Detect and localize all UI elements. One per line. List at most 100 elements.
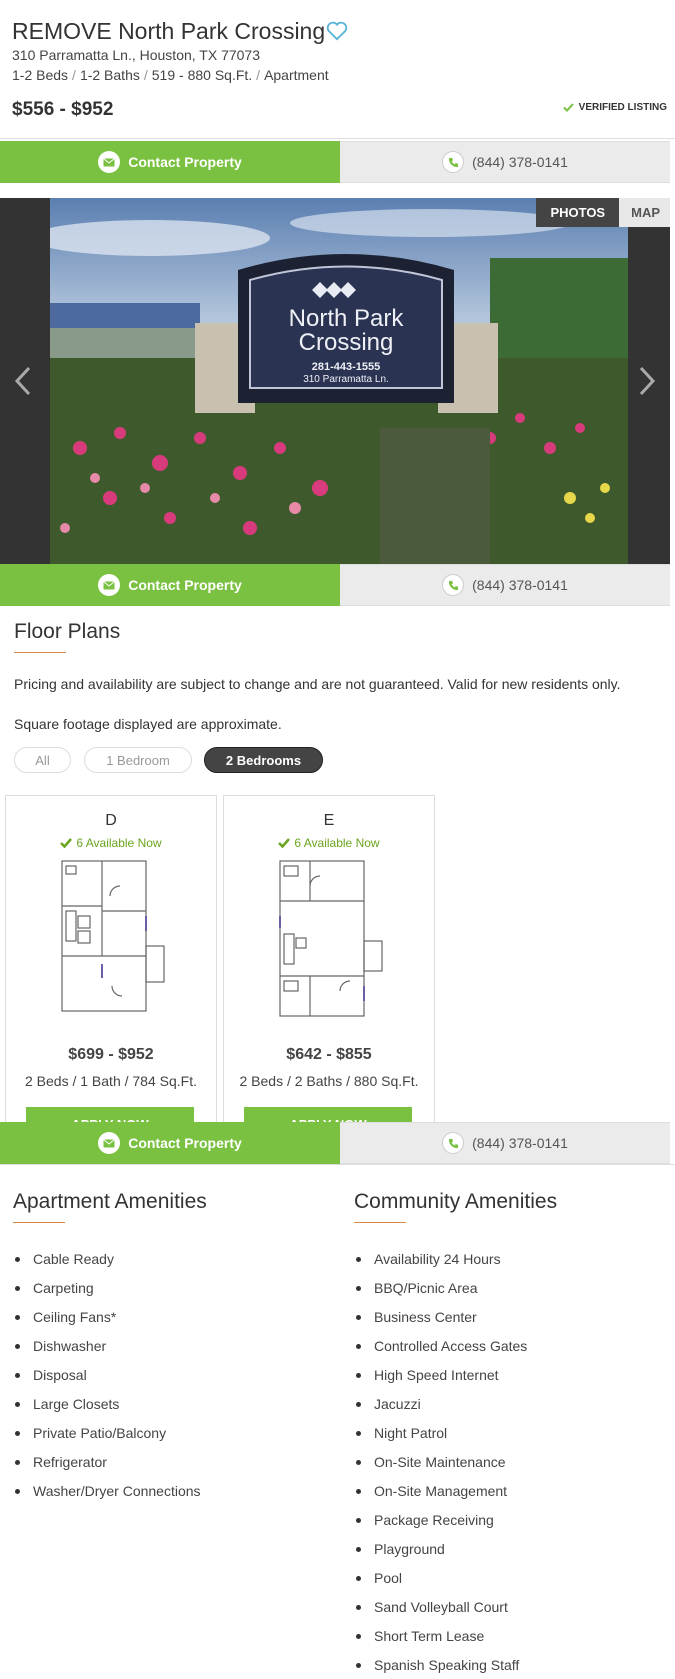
- list-item: Night Patrol: [354, 1424, 527, 1453]
- spec-baths: 1-2 Baths: [79, 67, 140, 83]
- check-icon: [60, 838, 73, 848]
- list-item: Playground: [354, 1540, 527, 1569]
- list-item: Availability 24 Hours: [354, 1250, 527, 1279]
- list-item: High Speed Internet: [354, 1366, 527, 1395]
- cta-bar-sticky: Contact Property (844) 378-0141: [0, 1122, 670, 1164]
- tab-photos[interactable]: PHOTOS: [536, 198, 620, 227]
- phone-icon: [442, 151, 465, 173]
- list-item: Large Closets: [13, 1395, 201, 1424]
- contact-label: Contact Property: [128, 154, 242, 170]
- cta-bar-middle: Contact Property (844) 378-0141: [0, 564, 670, 606]
- list-item: On-Site Maintenance: [354, 1453, 527, 1482]
- plan-specs: 2 Beds / 2 Baths / 880 Sq.Ft.: [239, 1073, 419, 1089]
- tab-map[interactable]: MAP: [619, 198, 670, 227]
- filter-all[interactable]: All: [14, 747, 71, 773]
- list-item: Package Receiving: [354, 1511, 527, 1540]
- chevron-left-icon: [14, 366, 31, 396]
- contact-label: Contact Property: [128, 577, 242, 593]
- contact-property-button[interactable]: Contact Property: [0, 1122, 340, 1164]
- plan-price: $642 - $855: [286, 1046, 372, 1063]
- floor-plan-image[interactable]: [270, 856, 390, 1022]
- spec-beds: 1-2 Beds: [12, 67, 69, 83]
- property-photo[interactable]: North Park Crossing 281-443-1555 310 Par…: [50, 198, 628, 564]
- contact-label: Contact Property: [128, 1135, 242, 1151]
- contact-property-button[interactable]: Contact Property: [0, 141, 340, 183]
- list-item: Ceiling Fans*: [13, 1308, 201, 1337]
- list-item: Controlled Access Gates: [354, 1337, 527, 1366]
- list-item: Carpeting: [13, 1279, 201, 1308]
- contact-property-button[interactable]: Contact Property: [0, 564, 340, 606]
- title-underline: [354, 1222, 406, 1223]
- photo-gallery: North Park Crossing 281-443-1555 310 Par…: [0, 198, 670, 564]
- sqft-note: Square footage displayed are approximate…: [14, 716, 282, 732]
- list-item: BBQ/Picnic Area: [354, 1279, 527, 1308]
- list-item: Disposal: [13, 1366, 201, 1395]
- list-item: Pool: [354, 1569, 527, 1598]
- community-amenities-title: Community Amenities: [354, 1190, 558, 1213]
- availability-label: 6 Available Now: [294, 836, 380, 850]
- floor-plan-image[interactable]: [52, 856, 172, 1022]
- list-item: Short Term Lease: [354, 1627, 527, 1656]
- floor-plan-card[interactable]: D 6 Available Now $699 - $952 2 Beds / 1…: [5, 795, 217, 1125]
- sign-phone: 281-443-1555: [312, 361, 381, 373]
- title-underline: [14, 652, 66, 653]
- phone-icon: [442, 574, 465, 596]
- next-photo-button[interactable]: [632, 366, 662, 396]
- availability: 6 Available Now: [224, 836, 434, 850]
- list-item: Washer/Dryer Connections: [13, 1482, 201, 1511]
- spec-type: Apartment: [264, 67, 329, 83]
- apartment-amenities-title: Apartment Amenities: [13, 1190, 207, 1213]
- gallery-tabs: PHOTOS MAP: [536, 198, 670, 227]
- filter-1-bedroom[interactable]: 1 Bedroom: [84, 747, 192, 773]
- apartment-amenities-list: Cable Ready Carpeting Ceiling Fans* Dish…: [13, 1250, 201, 1511]
- plan-specs: 2 Beds / 1 Bath / 784 Sq.Ft.: [25, 1073, 197, 1089]
- phone-number: (844) 378-0141: [472, 1135, 568, 1151]
- envelope-icon: [98, 1132, 121, 1154]
- list-item: Business Center: [354, 1308, 527, 1337]
- spec-sqft: 519 - 880 Sq.Ft.: [151, 67, 253, 83]
- sign-line2: Crossing: [299, 329, 394, 356]
- filter-2-bedrooms[interactable]: 2 Bedrooms: [204, 747, 323, 773]
- cta-bar-top: Contact Property (844) 378-0141: [0, 141, 670, 183]
- availability: 6 Available Now: [6, 836, 216, 850]
- verified-badge: VERIFIED LISTING: [562, 102, 667, 113]
- list-item: Dishwasher: [13, 1337, 201, 1366]
- price-range: $556 - $952: [12, 99, 114, 120]
- sign-line1: North Park: [289, 305, 405, 332]
- list-item: Jacuzzi: [354, 1395, 527, 1424]
- chevron-right-icon: [639, 366, 656, 396]
- envelope-icon: [98, 151, 121, 173]
- plan-name: D: [105, 812, 117, 829]
- phone-number: (844) 378-0141: [472, 577, 568, 593]
- community-amenities-list: Availability 24 Hours BBQ/Picnic Area Bu…: [354, 1250, 527, 1679]
- floor-plans-title: Floor Plans: [14, 620, 121, 643]
- property-address: 310 Parramatta Ln., Houston, TX 77073: [12, 47, 261, 63]
- availability-label: 6 Available Now: [76, 836, 162, 850]
- phone-number: (844) 378-0141: [472, 154, 568, 170]
- phone-button[interactable]: (844) 378-0141: [340, 564, 670, 606]
- title-underline: [13, 1222, 65, 1223]
- listing-header: REMOVE North Park Crossing 310 Parramatt…: [0, 0, 675, 138]
- list-item: On-Site Management: [354, 1482, 527, 1511]
- floor-plan-card[interactable]: E 6 Available Now $642 - $855 2 Beds / 2…: [223, 795, 435, 1125]
- check-icon: [562, 103, 574, 112]
- phone-button[interactable]: (844) 378-0141: [340, 1122, 670, 1164]
- envelope-icon: [98, 574, 121, 596]
- property-title: REMOVE North Park Crossing: [12, 18, 326, 44]
- check-icon: [278, 838, 291, 848]
- heart-icon[interactable]: [326, 21, 348, 41]
- verified-label: VERIFIED LISTING: [578, 102, 667, 113]
- phone-icon: [442, 1132, 465, 1154]
- list-item: Private Patio/Balcony: [13, 1424, 201, 1453]
- list-item: Sand Volleyball Court: [354, 1598, 527, 1627]
- plan-name: E: [323, 812, 335, 829]
- list-item: Spanish Speaking Staff: [354, 1656, 527, 1679]
- list-item: Refrigerator: [13, 1453, 201, 1482]
- phone-button[interactable]: (844) 378-0141: [340, 141, 670, 183]
- sign-address: 310 Parramatta Ln.: [303, 374, 389, 385]
- plan-price: $699 - $952: [68, 1046, 154, 1063]
- pricing-disclaimer: Pricing and availability are subject to …: [14, 676, 621, 692]
- list-item: Cable Ready: [13, 1250, 201, 1279]
- property-specs: 1-2 Beds/1-2 Baths/519 - 880 Sq.Ft. / Apar…: [12, 67, 329, 83]
- prev-photo-button[interactable]: [8, 366, 38, 396]
